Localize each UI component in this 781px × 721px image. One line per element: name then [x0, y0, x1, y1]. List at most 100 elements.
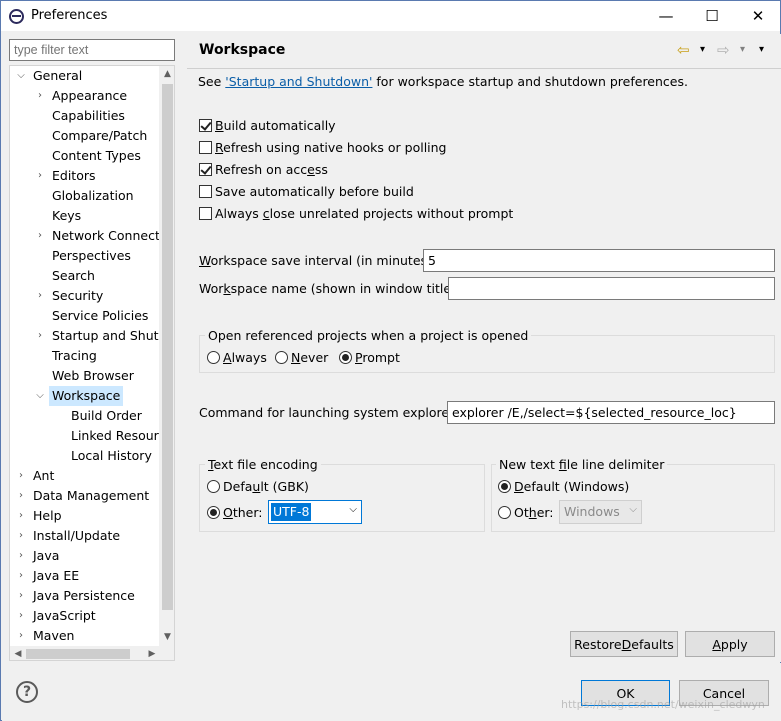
collapsed-arrow-icon[interactable]: ›	[16, 606, 26, 626]
maximize-button[interactable]: ☐	[689, 1, 735, 31]
tree-item[interactable]: Content Types	[10, 146, 159, 166]
encoding-combo[interactable]: UTF-8 ⌵	[268, 500, 362, 524]
refresh-on-access-checkbox[interactable]	[199, 163, 212, 176]
scroll-up-icon[interactable]: ▲	[159, 66, 174, 83]
tree-item[interactable]: ⌵ Workspace	[10, 386, 159, 406]
tree-horizontal-scrollbar[interactable]: ◀ ▶	[10, 646, 174, 660]
delimiter-other-label[interactable]: Other:	[514, 505, 554, 520]
forward-history-dropdown-icon[interactable]: ▾	[740, 44, 745, 55]
forward-arrow-icon[interactable]: ⇨	[717, 41, 730, 59]
open-ref-prompt-label[interactable]: Prompt	[355, 350, 400, 365]
encoding-default-radio[interactable]	[207, 480, 220, 493]
collapsed-arrow-icon[interactable]: ›	[16, 486, 26, 506]
tree-item-label: Help	[33, 508, 62, 523]
restore-defaults-button[interactable]: Restore Defaults	[570, 631, 678, 657]
collapsed-arrow-icon[interactable]: ›	[16, 466, 26, 486]
tree-item[interactable]: Globalization	[10, 186, 159, 206]
collapsed-arrow-icon[interactable]: ›	[16, 626, 26, 646]
tree-item[interactable]: › Editors	[10, 166, 159, 186]
tree-item[interactable]: Compare/Patch	[10, 126, 159, 146]
collapsed-arrow-icon[interactable]: ›	[16, 566, 26, 586]
expanded-arrow-icon[interactable]: ⌵	[16, 66, 26, 86]
tree-item[interactable]: Perspectives	[10, 246, 159, 266]
workspace-name-input[interactable]	[448, 277, 775, 300]
collapsed-arrow-icon[interactable]: ›	[16, 506, 26, 526]
open-ref-never-label[interactable]: Never	[291, 350, 328, 365]
help-icon[interactable]: ?	[16, 681, 38, 703]
explorer-command-input[interactable]: explorer /E,/select=${selected_resource_…	[447, 401, 775, 424]
tree-item[interactable]: › JavaScript	[10, 606, 159, 626]
open-ref-prompt-radio[interactable]	[339, 351, 352, 364]
open-ref-always-label[interactable]: Always	[223, 350, 267, 365]
encoding-other-label[interactable]: Other:	[223, 505, 263, 520]
tree-item[interactable]: › Java	[10, 546, 159, 566]
tree-item[interactable]: ⌵ General	[10, 66, 159, 86]
tree-item[interactable]: Build Order	[10, 406, 159, 426]
tree-item[interactable]: › Java EE	[10, 566, 159, 586]
tree-item[interactable]: › Startup and Shutd	[10, 326, 166, 346]
open-ref-never-radio[interactable]	[275, 351, 288, 364]
collapsed-arrow-icon[interactable]: ›	[35, 86, 45, 106]
tree-item[interactable]: Search	[10, 266, 159, 286]
tree-item[interactable]: › Security	[10, 286, 159, 306]
tree-item[interactable]: Tracing	[10, 346, 159, 366]
save-before-build-checkbox[interactable]	[199, 185, 212, 198]
tree-item[interactable]: › Help	[10, 506, 159, 526]
tree-item[interactable]: › Network Connecti	[10, 226, 163, 246]
apply-button[interactable]: Apply	[685, 631, 775, 657]
minimize-button[interactable]: —	[643, 1, 689, 31]
build-automatically-checkbox[interactable]	[199, 119, 212, 132]
filter-input[interactable]	[9, 39, 175, 61]
tree-item[interactable]: › Install/Update	[10, 526, 159, 546]
encoding-default-label[interactable]: Default (GBK)	[223, 479, 309, 494]
scroll-right-icon[interactable]: ▶	[144, 646, 160, 660]
refresh-native-hooks-label[interactable]: Refresh using native hooks or polling	[215, 140, 447, 155]
expanded-arrow-icon[interactable]: ⌵	[35, 386, 45, 406]
collapsed-arrow-icon[interactable]: ›	[35, 286, 45, 306]
refresh-on-access-label[interactable]: Refresh on access	[215, 162, 328, 177]
scroll-thumb[interactable]	[162, 84, 173, 610]
tree-vertical-scrollbar[interactable]: ▲ ▼	[159, 66, 174, 646]
tree-item[interactable]: › Data Management	[10, 486, 159, 506]
delimiter-other-radio[interactable]	[498, 506, 511, 519]
close-unrelated-projects-label[interactable]: Always close unrelated projects without …	[215, 206, 513, 221]
tree-item-label: Startup and Shutd	[52, 328, 167, 343]
close-button[interactable]: ✕	[735, 1, 781, 31]
scroll-thumb-horizontal[interactable]	[26, 649, 130, 659]
scroll-down-icon[interactable]: ▼	[159, 629, 174, 646]
tree-item[interactable]: Capabilities	[10, 106, 159, 126]
collapsed-arrow-icon[interactable]: ›	[35, 226, 45, 246]
startup-shutdown-link[interactable]: 'Startup and Shutdown'	[225, 74, 372, 89]
refresh-native-hooks-checkbox[interactable]	[199, 141, 212, 154]
collapsed-arrow-icon	[35, 106, 45, 126]
tree-item[interactable]: Linked Resourc	[10, 426, 165, 446]
tree-item[interactable]: › Appearance	[10, 86, 159, 106]
delimiter-default-radio[interactable]	[498, 480, 511, 493]
delimiter-combo: Windows ⌵	[559, 500, 642, 524]
tree-item[interactable]: Service Policies	[10, 306, 159, 326]
delimiter-default-label[interactable]: Default (Windows)	[514, 479, 629, 494]
save-before-build-label[interactable]: Save automatically before build	[215, 184, 414, 199]
open-ref-always-radio[interactable]	[207, 351, 220, 364]
back-arrow-icon[interactable]: ⇦	[677, 41, 690, 59]
close-unrelated-projects-checkbox[interactable]	[199, 207, 212, 220]
tree-item[interactable]: › Maven	[10, 626, 159, 646]
tree-item-label: Content Types	[52, 148, 141, 163]
tree-item[interactable]: › Java Persistence	[10, 586, 159, 606]
scroll-left-icon[interactable]: ◀	[10, 646, 26, 660]
tree-item[interactable]: Local History	[10, 446, 159, 466]
collapsed-arrow-icon[interactable]: ›	[35, 166, 45, 186]
save-interval-input[interactable]: 5	[423, 249, 775, 272]
tree-item[interactable]: Web Browser	[10, 366, 159, 386]
tree-item[interactable]: › Ant	[10, 466, 159, 486]
collapsed-arrow-icon[interactable]: ›	[16, 586, 26, 606]
collapsed-arrow-icon[interactable]: ›	[35, 326, 45, 346]
tree-item-label: Build Order	[71, 408, 142, 423]
collapsed-arrow-icon[interactable]: ›	[16, 546, 26, 566]
build-automatically-label[interactable]: Build automatically	[215, 118, 336, 133]
encoding-other-radio[interactable]	[207, 506, 220, 519]
back-history-dropdown-icon[interactable]: ▾	[700, 44, 705, 55]
view-menu-icon[interactable]: ▾	[759, 44, 764, 55]
collapsed-arrow-icon[interactable]: ›	[16, 526, 26, 546]
tree-item[interactable]: Keys	[10, 206, 159, 226]
